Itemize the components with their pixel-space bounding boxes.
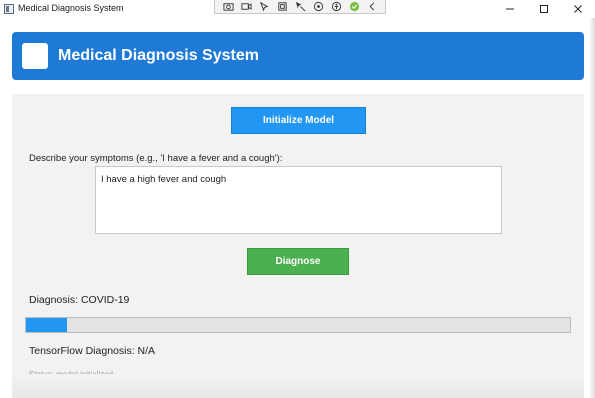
title-bar: Medical Diagnosis System [0,0,595,18]
progress-bar [25,317,571,333]
accessibility-icon[interactable] [330,1,342,12]
symptom-input[interactable]: I have a high fever and cough [95,166,502,234]
window-controls [493,0,595,18]
header-banner: Medical Diagnosis System [12,32,584,80]
symptom-label: Describe your symptoms (e.g., 'I have a … [29,153,283,164]
window-title: Medical Diagnosis System [18,3,124,13]
app-logo [22,43,48,69]
pointer-icon[interactable] [258,1,270,12]
panel-footer [12,376,584,398]
collapse-icon[interactable] [366,1,378,12]
check-icon[interactable] [348,1,360,12]
video-icon[interactable] [240,1,252,12]
maximize-icon[interactable] [527,0,561,18]
main-panel: Initialize Model Describe your symptoms … [12,94,584,398]
minimize-icon[interactable] [493,0,527,18]
cursor-icon[interactable] [294,1,306,12]
app-window: Medical Diagnosis System Medical Diagnos… [0,0,595,398]
tensorflow-diagnosis: TensorFlow Diagnosis: N/A [29,345,156,357]
progress-fill [26,318,67,332]
app-icon [4,4,14,14]
screenshot-icon[interactable] [222,1,234,12]
diagnosis-result: Diagnosis: COVID-19 [29,294,130,306]
audio-icon[interactable] [312,1,324,12]
header-title: Medical Diagnosis System [58,47,259,64]
region-icon[interactable] [276,1,288,12]
diagnose-button[interactable]: Diagnose [247,248,349,275]
window-edge [589,18,595,398]
initialize-model-button[interactable]: Initialize Model [231,107,366,134]
status-text: Status: model initialized [29,368,113,374]
recorder-toolbar [214,0,386,14]
close-icon[interactable] [561,0,595,18]
